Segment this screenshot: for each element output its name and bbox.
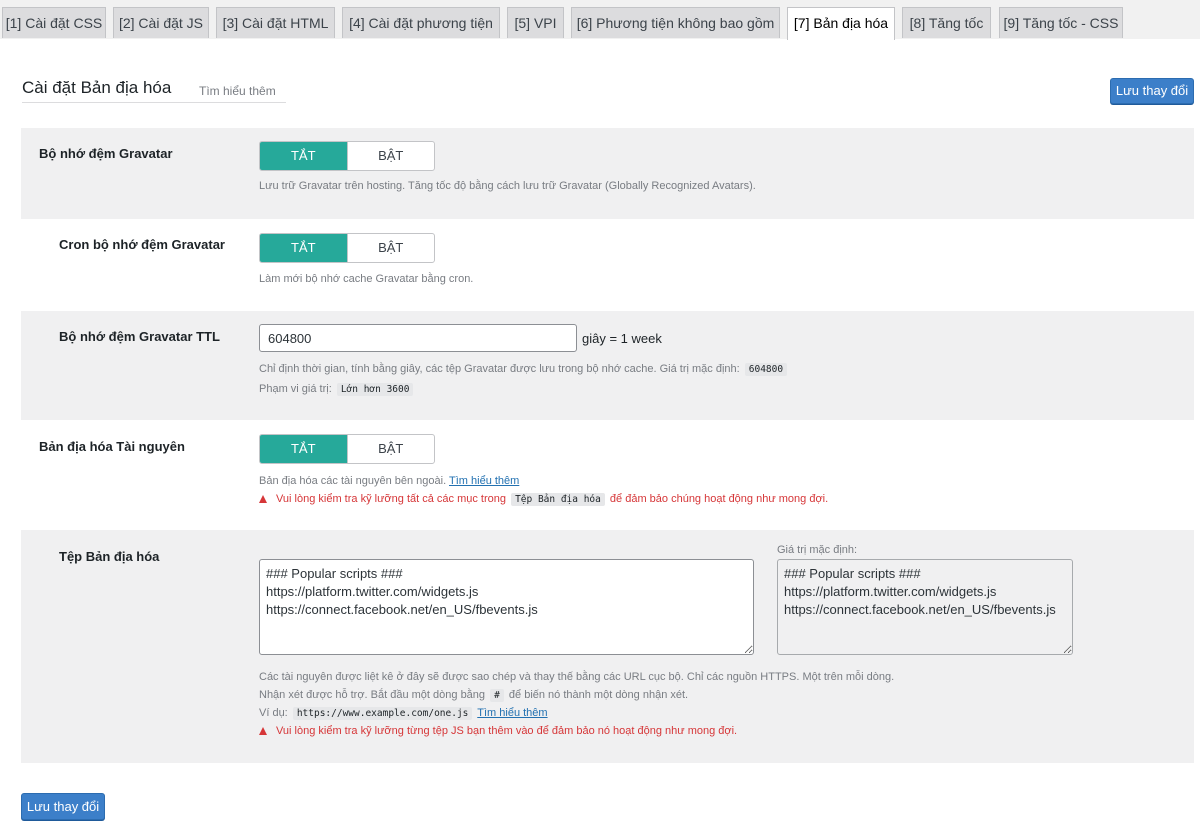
title-learn-more-link[interactable]: Tìm hiểu thêm — [199, 84, 276, 98]
localize-files-default-textarea: ### Popular scripts ### https://platform… — [777, 559, 1073, 655]
localize-resources-warning-code: Tệp Bản địa hóa — [511, 493, 605, 506]
localize-files-warning-text: Vui lòng kiểm tra kỹ lưỡng từng tệp JS b… — [276, 725, 738, 737]
gravatar-ttl-input[interactable] — [259, 324, 577, 352]
tab-js-settings[interactable]: [2] Cài đặt JS — [113, 7, 209, 38]
localize-resources-warning: Vui lòng kiểm tra kỹ lưỡng tất cả các mụ… — [259, 493, 829, 506]
warning-icon — [259, 727, 267, 735]
settings-panel: Cài đặt Bản địa hóa Tìm hiểu thêm Lưu th… — [0, 39, 1200, 830]
gravatar-cache-on-option[interactable]: BẬT — [346, 142, 435, 170]
localize-files-label: Tệp Bản địa hóa — [59, 549, 160, 564]
page-title: Cài đặt Bản địa hóa Tìm hiểu thêm — [22, 78, 286, 103]
page-title-text: Cài đặt Bản địa hóa — [22, 78, 172, 97]
gravatar-cron-off-option[interactable]: TẮT — [260, 234, 347, 262]
localize-resources-on-option[interactable]: BẬT — [346, 435, 435, 463]
localize-files-description-1: Các tài nguyên được liệt kê ở đây sẽ đượ… — [259, 671, 895, 683]
gravatar-cron-label: Cron bộ nhớ đệm Gravatar — [59, 237, 225, 252]
tab-css-settings[interactable]: [1] Cài đặt CSS — [2, 7, 106, 38]
tab-media-exclusions[interactable]: [6] Phương tiện không bao gồm — [571, 7, 780, 38]
localize-files-example-code: https://www.example.com/one.js — [292, 707, 473, 720]
localize-resources-learn-more-link[interactable]: Tìm hiểu thêm — [449, 475, 519, 487]
comment-hash-code: # — [490, 689, 504, 702]
gravatar-ttl-row: Bộ nhớ đệm Gravatar TTL giây = 1 week Ch… — [21, 311, 1194, 420]
localize-files-row: Tệp Bản địa hóa ### Popular scripts ### … — [21, 530, 1194, 763]
gravatar-ttl-description-text: Chỉ định thời gian, tính bằng giây, các … — [259, 363, 740, 375]
save-changes-button-bottom[interactable]: Lưu thay đổi — [21, 793, 105, 820]
settings-tab-bar: [1] Cài đặt CSS [2] Cài đặt JS [3] Cài đ… — [0, 0, 1200, 40]
gravatar-cache-label: Bộ nhớ đệm Gravatar — [39, 146, 173, 161]
tab-vpi[interactable]: [5] VPI — [507, 7, 564, 38]
localize-files-description-2-before: Nhận xét được hỗ trợ. Bắt đầu một dòng b… — [259, 689, 486, 701]
localize-resources-description: Bản địa hóa các tài nguyên bên ngoài. Tì… — [259, 475, 519, 487]
gravatar-cache-toggle: TẮT BẬT — [259, 141, 435, 171]
gravatar-cron-row: Cron bộ nhớ đệm Gravatar TẮT BẬT Làm mới… — [21, 219, 1194, 311]
tab-localization[interactable]: [7] Bản địa hóa — [787, 7, 895, 40]
localize-files-learn-more-link[interactable]: Tìm hiểu thêm — [477, 707, 547, 719]
gravatar-cache-off-option[interactable]: TẮT — [260, 142, 347, 170]
gravatar-cron-description: Làm mới bộ nhớ cache Gravatar bằng cron. — [259, 273, 474, 285]
localize-files-description-2-after: để biến nó thành một dòng nhận xét. — [508, 689, 689, 701]
tab-media-settings[interactable]: [4] Cài đặt phương tiện — [342, 7, 500, 38]
localize-resources-warning-before: Vui lòng kiểm tra kỹ lưỡng tất cả các mụ… — [276, 493, 506, 505]
localize-files-example-label: Ví dụ: — [259, 707, 288, 719]
localize-files-example: Ví dụ: https://www.example.com/one.js Tì… — [259, 707, 548, 720]
localize-resources-description-text: Bản địa hóa các tài nguyên bên ngoài. — [259, 475, 447, 487]
gravatar-cache-description: Lưu trữ Gravatar trên hosting. Tăng tốc … — [259, 180, 756, 192]
localize-resources-label: Bản địa hóa Tài nguyên — [39, 439, 185, 454]
localize-files-textarea[interactable]: ### Popular scripts ### https://platform… — [259, 559, 754, 655]
save-changes-button-top[interactable]: Lưu thay đổi — [1110, 78, 1194, 104]
localize-resources-warning-after: để đảm bảo chúng hoạt động như mong đợi. — [609, 493, 829, 505]
gravatar-ttl-range: Phạm vi giá trị: Lớn hơn 3600 — [259, 383, 415, 396]
tab-html-settings[interactable]: [3] Cài đặt HTML — [216, 7, 335, 38]
localize-resources-row: Bản địa hóa Tài nguyên TẮT BẬT Bản địa h… — [21, 420, 1194, 530]
localize-resources-off-option[interactable]: TẮT — [260, 435, 347, 463]
gravatar-cron-toggle: TẮT BẬT — [259, 233, 435, 263]
gravatar-ttl-suffix: giây = 1 week — [582, 331, 662, 346]
gravatar-ttl-description: Chỉ định thời gian, tính bằng giây, các … — [259, 363, 789, 376]
gravatar-ttl-range-code: Lớn hơn 3600 — [336, 383, 414, 396]
warning-icon — [259, 495, 267, 503]
gravatar-ttl-label: Bộ nhớ đệm Gravatar TTL — [59, 329, 220, 344]
localize-files-warning: Vui lòng kiểm tra kỹ lưỡng từng tệp JS b… — [259, 725, 737, 737]
localize-files-default-label: Giá trị mặc định: — [777, 544, 858, 556]
gravatar-cache-row: Bộ nhớ đệm Gravatar TẮT BẬT Lưu trữ Grav… — [21, 128, 1194, 219]
gravatar-ttl-default-code: 604800 — [744, 363, 788, 376]
tab-speedup[interactable]: [8] Tăng tốc — [902, 7, 991, 38]
gravatar-ttl-range-label: Phạm vi giá trị: — [259, 383, 332, 395]
localize-files-description-2: Nhận xét được hỗ trợ. Bắt đầu một dòng b… — [259, 689, 689, 702]
tab-speedup-css[interactable]: [9] Tăng tốc - CSS — [999, 7, 1123, 38]
localize-resources-toggle: TẮT BẬT — [259, 434, 435, 464]
gravatar-cron-on-option[interactable]: BẬT — [346, 234, 435, 262]
